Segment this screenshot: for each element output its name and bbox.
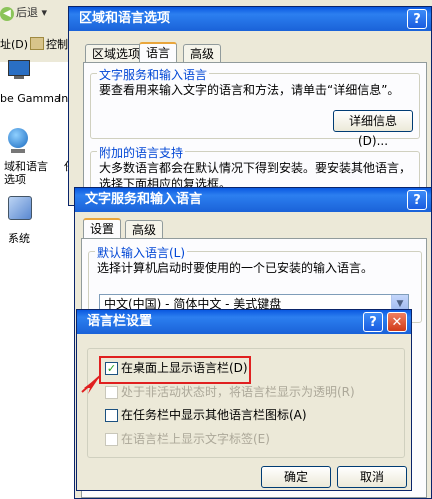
text-labels-label: 在语言栏上显示文字标签(E) — [121, 432, 270, 446]
globe-icon[interactable] — [8, 128, 30, 154]
ok-button[interactable]: 确定 — [261, 466, 331, 488]
group-description: 选择计算机启动时要使用的一个已安装的输入语言。 — [97, 261, 374, 275]
annotation-arrow-icon — [81, 375, 101, 394]
group-title: 附加的语言支持 — [97, 144, 186, 161]
address-label: 址(D) — [0, 38, 29, 51]
show-language-bar-checkbox[interactable]: ✓ — [105, 362, 118, 375]
languages-panel: 文字服务和输入语言 要查看用来输入文字的语言和方法，请单击“详细信息”。 详细信… — [83, 62, 427, 204]
control-panel-link[interactable]: 控制 — [30, 36, 68, 54]
language-bar-dialog: 语言栏设置 ? ✕ ✓ 在桌面上显示语言栏(D) 处于非活动状态时，将语言栏显示… — [76, 309, 412, 491]
back-button[interactable]: ◀ 后退 ▾ — [0, 4, 47, 22]
text-labels-checkbox[interactable] — [105, 433, 118, 446]
help-icon[interactable]: ? — [407, 190, 427, 210]
show-language-bar-label: 在桌面上显示语言栏(D) — [121, 361, 248, 375]
help-icon[interactable]: ? — [363, 312, 383, 332]
tab-languages[interactable]: 语言 — [139, 42, 178, 63]
system-icon[interactable] — [8, 196, 34, 222]
regional-options-label: 域和语言 选项 — [4, 160, 48, 186]
group-description: 要查看用来输入文字的语言和方法，请单击“详细信息”。 — [99, 83, 400, 97]
tab-settings[interactable]: 设置 — [83, 218, 122, 239]
regional-language-window: 区域和语言选项 ? 区域选项 语言 高级 文字服务和输入语言 要查看用来输入文字… — [68, 6, 432, 206]
titlebar: 文字服务和输入语言 ? — [75, 188, 431, 212]
transparent-checkbox[interactable] — [105, 386, 118, 399]
help-icon[interactable]: ? — [407, 9, 427, 29]
group-title: 文字服务和输入语言 — [97, 66, 210, 83]
cancel-button[interactable]: 取消 — [337, 466, 407, 488]
tab-regional-options[interactable]: 区域选项 — [85, 44, 148, 63]
close-icon[interactable]: ✕ — [387, 312, 407, 332]
tab-advanced[interactable]: 高级 — [183, 44, 222, 63]
taskbar-icons-label: 在任务栏中显示其他语言栏图标(A) — [121, 408, 307, 422]
gamma-label: be Gamma — [0, 92, 61, 105]
details-button[interactable]: 详细信息(D)... — [333, 110, 413, 148]
titlebar: 区域和语言选项 ? — [69, 7, 431, 31]
system-label: 系统 — [8, 232, 30, 245]
tab-advanced[interactable]: 高级 — [125, 220, 164, 239]
monitor-icon[interactable] — [8, 60, 30, 80]
back-arrow-icon: ◀ — [0, 7, 14, 21]
folder-icon — [30, 37, 44, 50]
taskbar-icons-checkbox[interactable] — [105, 409, 118, 422]
group-title: 默认输入语言(L) — [95, 244, 188, 261]
transparent-label: 处于非活动状态时，将语言栏显示为透明(R) — [121, 385, 355, 399]
titlebar: 语言栏设置 ? ✕ — [77, 310, 411, 334]
text-services-group: 文字服务和输入语言 要查看用来输入文字的语言和方法，请单击“详细信息”。 详细信… — [90, 66, 420, 148]
